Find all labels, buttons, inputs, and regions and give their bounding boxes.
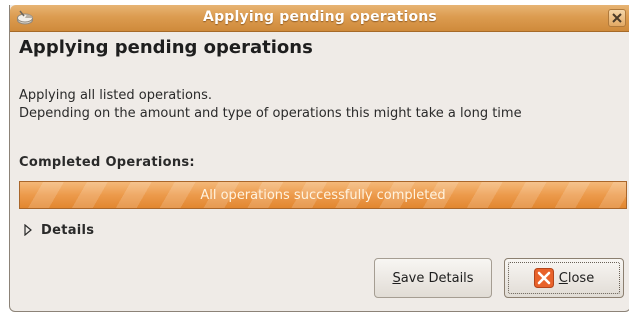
expander-arrow-icon: [24, 224, 32, 236]
completed-operations-label: Completed Operations:: [19, 155, 195, 170]
save-details-label: Save Details: [392, 270, 474, 286]
details-label: Details: [41, 222, 95, 238]
close-icon[interactable]: [608, 9, 626, 27]
dialog-window: Applying pending operations Applying pen…: [9, 5, 629, 312]
progress-bar: All operations successfully completed: [19, 181, 627, 209]
window-title: Applying pending operations: [203, 9, 437, 25]
title-bar[interactable]: Applying pending operations: [10, 5, 629, 32]
description-line-1: Applying all listed operations.: [19, 88, 213, 103]
close-button[interactable]: Close: [504, 258, 624, 298]
details-expander[interactable]: Details: [24, 221, 94, 239]
close-x-icon: [533, 268, 554, 288]
dialog-heading: Applying pending operations: [19, 37, 313, 58]
close-label: Close: [558, 270, 595, 286]
description-line-2: Depending on the amount and type of oper…: [19, 106, 522, 121]
save-details-button[interactable]: Save Details: [374, 258, 492, 298]
progress-text: All operations successfully completed: [200, 188, 446, 203]
